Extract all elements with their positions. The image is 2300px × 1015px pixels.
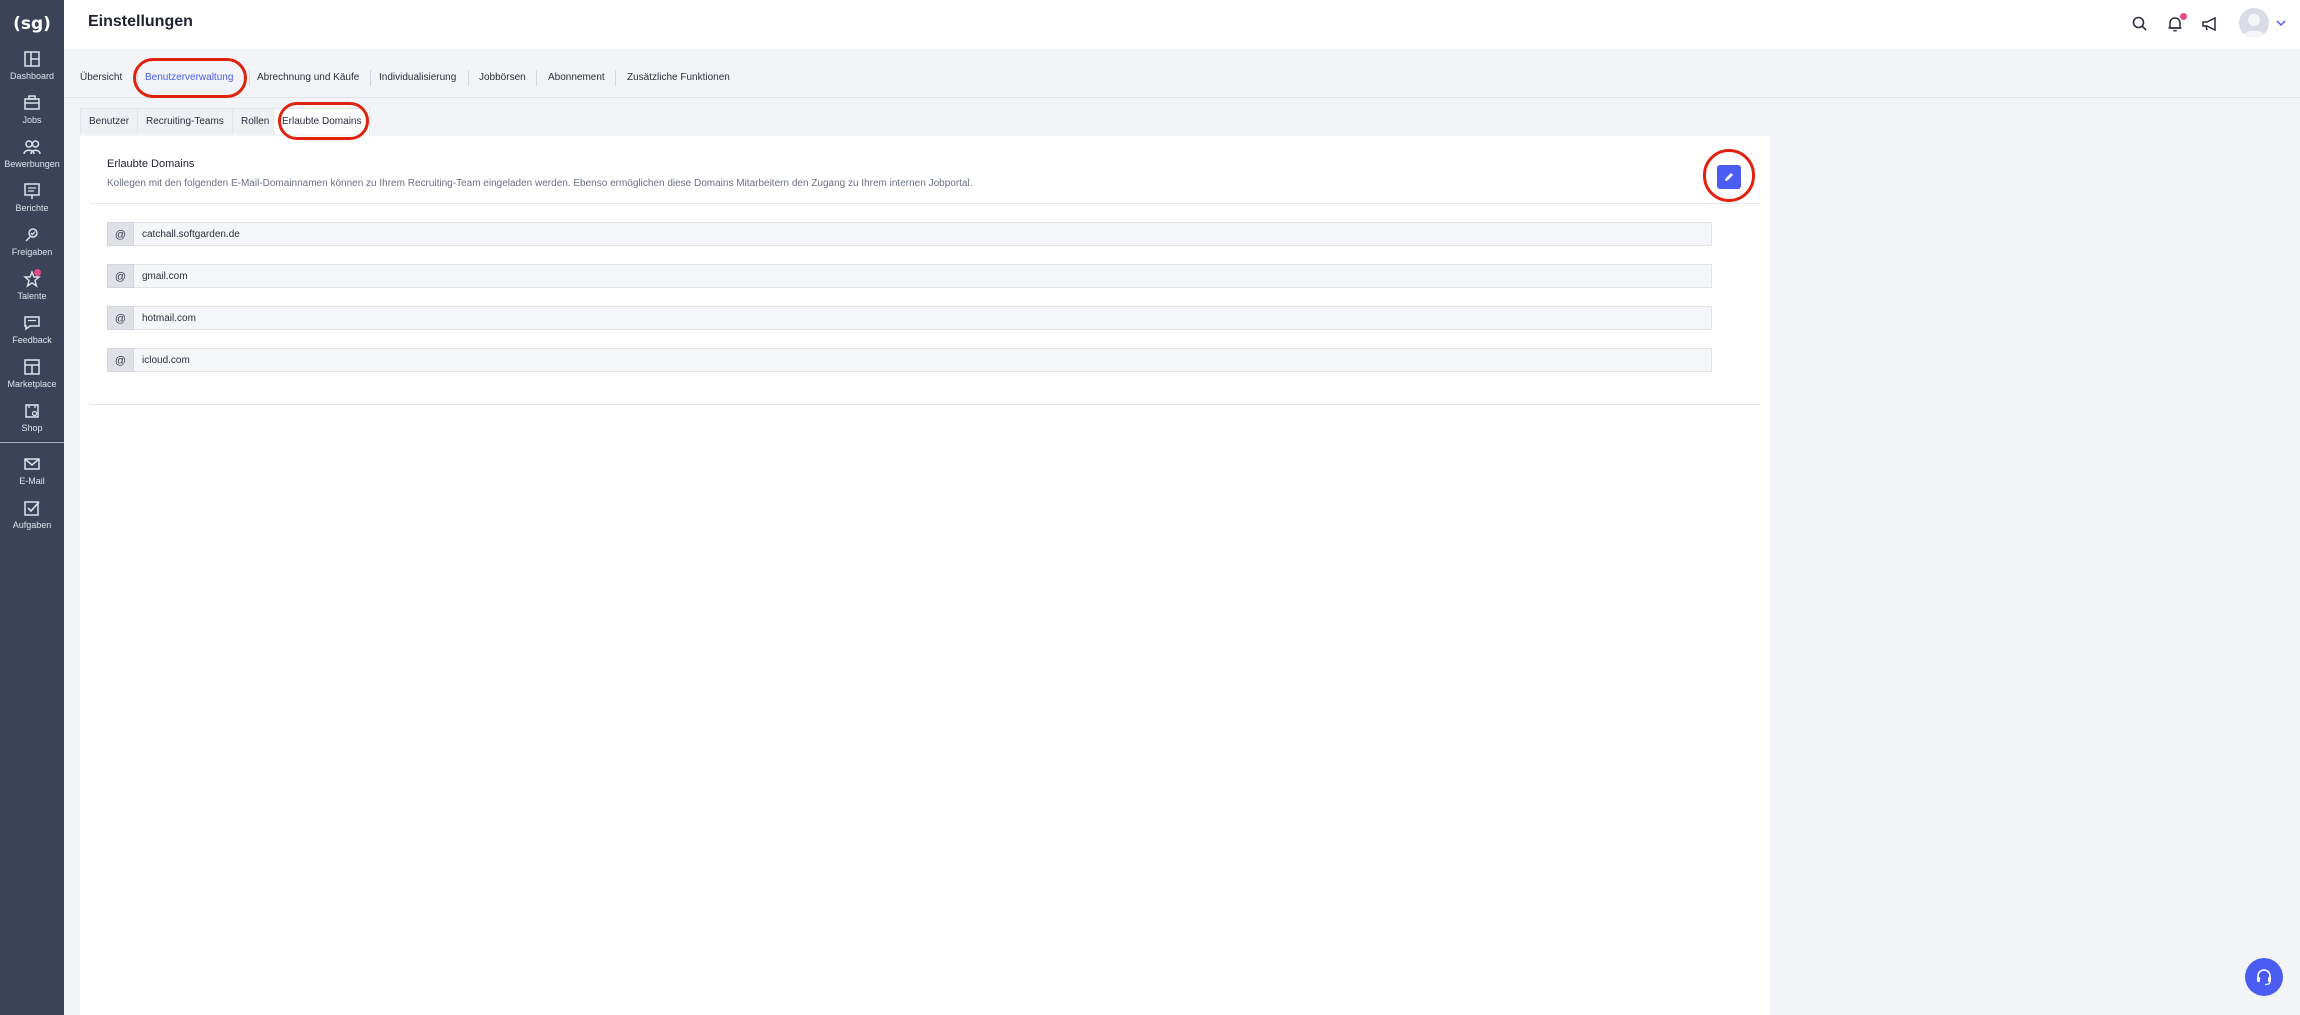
tab-individualisierung[interactable]: Individualisierung xyxy=(379,72,456,83)
avatar-icon xyxy=(2243,14,2265,38)
users-icon xyxy=(23,140,41,155)
sidebar-item-label: Dashboard xyxy=(9,71,55,81)
tab-abonnement[interactable]: Abonnement xyxy=(548,72,605,83)
sidebar-item-label: Freigaben xyxy=(11,247,53,257)
tab-divider xyxy=(249,70,250,86)
tab-divider xyxy=(468,70,469,86)
tab-divider xyxy=(536,70,537,86)
sidebar-item-label: Bewerbungen xyxy=(4,159,60,169)
domain-row: @ xyxy=(107,306,1712,330)
chevron-down-icon xyxy=(2276,20,2286,27)
user-avatar[interactable] xyxy=(2239,8,2269,38)
sidebar-item-talente[interactable]: Talente xyxy=(0,266,64,310)
card-header: Erlaubte Domains Kollegen mit den folgen… xyxy=(90,146,1760,204)
sidebar-item-label: Aufgaben xyxy=(12,520,52,530)
softgarden-logo-icon: (sg) xyxy=(13,14,51,34)
dashboard-icon xyxy=(24,51,40,67)
tab-jobboersen[interactable]: Jobbörsen xyxy=(479,72,526,83)
domain-row: @ xyxy=(107,348,1712,372)
at-prefix: @ xyxy=(107,222,134,246)
top-header: Einstellungen xyxy=(64,0,2300,49)
page-title: Einstellungen xyxy=(88,13,193,30)
sidebar-item-email[interactable]: E-Mail xyxy=(0,451,64,495)
sidebar: (sg) Dashboard Jobs Bewerbungen Berichte… xyxy=(0,0,64,1015)
svg-text:(sg): (sg) xyxy=(13,14,51,34)
domain-field[interactable] xyxy=(134,348,1712,372)
sidebar-item-label: Shop xyxy=(21,423,43,433)
allowed-domains-card: Erlaubte Domains Kollegen mit den folgen… xyxy=(90,146,1760,405)
briefcase-icon xyxy=(24,95,40,110)
tab-benutzerverwaltung[interactable]: Benutzerverwaltung xyxy=(145,72,233,83)
sidebar-item-aufgaben[interactable]: Aufgaben xyxy=(0,495,64,539)
sidebar-item-dashboard[interactable]: Dashboard xyxy=(0,46,64,90)
pencil-icon xyxy=(1725,173,1733,181)
domain-field[interactable] xyxy=(134,264,1712,288)
subtab-benutzer[interactable]: Benutzer xyxy=(80,108,139,134)
card-title: Erlaubte Domains xyxy=(107,158,195,170)
sidebar-item-freigaben[interactable]: Freigaben xyxy=(0,222,64,266)
sidebar-item-label: Berichte xyxy=(15,203,49,213)
tab-divider xyxy=(370,70,371,86)
sidebar-item-label: Feedback xyxy=(12,335,52,345)
domain-field[interactable] xyxy=(134,222,1712,246)
domain-field[interactable] xyxy=(134,306,1712,330)
headset-icon xyxy=(2257,969,2271,986)
sidebar-item-label: Marketplace xyxy=(7,379,57,389)
megaphone-icon xyxy=(2202,16,2216,32)
notification-dot xyxy=(2180,13,2187,20)
tab-divider xyxy=(137,70,138,86)
support-chat-button[interactable] xyxy=(2245,958,2283,996)
tab-zusaetzliche-funktionen[interactable]: Zusätzliche Funktionen xyxy=(627,72,730,83)
search-button[interactable] xyxy=(2130,14,2150,34)
sidebar-divider xyxy=(0,442,64,443)
sidebar-item-jobs[interactable]: Jobs xyxy=(0,90,64,134)
report-icon xyxy=(24,183,40,199)
tab-uebersicht[interactable]: Übersicht xyxy=(80,72,122,83)
at-prefix: @ xyxy=(107,306,134,330)
sidebar-item-bewerbungen[interactable]: Bewerbungen xyxy=(0,134,64,178)
mail-icon xyxy=(24,458,40,470)
edit-domains-button[interactable] xyxy=(1717,165,1741,189)
sidebar-item-marketplace[interactable]: Marketplace xyxy=(0,354,64,398)
approval-icon xyxy=(25,228,38,242)
subtab-rollen[interactable]: Rollen xyxy=(232,108,279,134)
at-prefix: @ xyxy=(107,264,134,288)
search-icon xyxy=(2132,16,2147,31)
user-menu-toggle[interactable] xyxy=(2274,16,2288,30)
sidebar-item-shop[interactable]: Shop xyxy=(0,398,64,442)
logo[interactable]: (sg) xyxy=(10,6,54,40)
domain-row: @ xyxy=(107,222,1712,246)
sidebar-item-label: Talente xyxy=(17,291,47,301)
card-description: Kollegen mit den folgenden E-Mail-Domain… xyxy=(107,178,973,189)
tab-divider xyxy=(615,70,616,86)
sidebar-item-label: E-Mail xyxy=(19,476,45,486)
sidebar-item-berichte[interactable]: Berichte xyxy=(0,178,64,222)
sidebar-item-label: Jobs xyxy=(22,115,42,125)
notifications-button[interactable] xyxy=(2165,13,2187,34)
domain-row: @ xyxy=(107,264,1712,288)
tab-abrechnung-und-kaeufe[interactable]: Abrechnung und Käufe xyxy=(257,72,359,83)
notification-dot xyxy=(34,269,41,276)
announcements-button[interactable] xyxy=(2200,14,2220,34)
shop-icon xyxy=(25,404,39,418)
sidebar-item-feedback[interactable]: Feedback xyxy=(0,310,64,354)
subtab-recruiting-teams[interactable]: Recruiting-Teams xyxy=(137,108,233,134)
feedback-icon xyxy=(24,316,40,331)
subtab-erlaubte-domains[interactable]: Erlaubte Domains xyxy=(273,108,371,134)
task-check-icon xyxy=(24,501,40,516)
settings-tabs: Übersicht Benutzerverwaltung Abrechnung … xyxy=(64,62,2300,98)
marketplace-icon xyxy=(24,359,40,375)
at-prefix: @ xyxy=(107,348,134,372)
